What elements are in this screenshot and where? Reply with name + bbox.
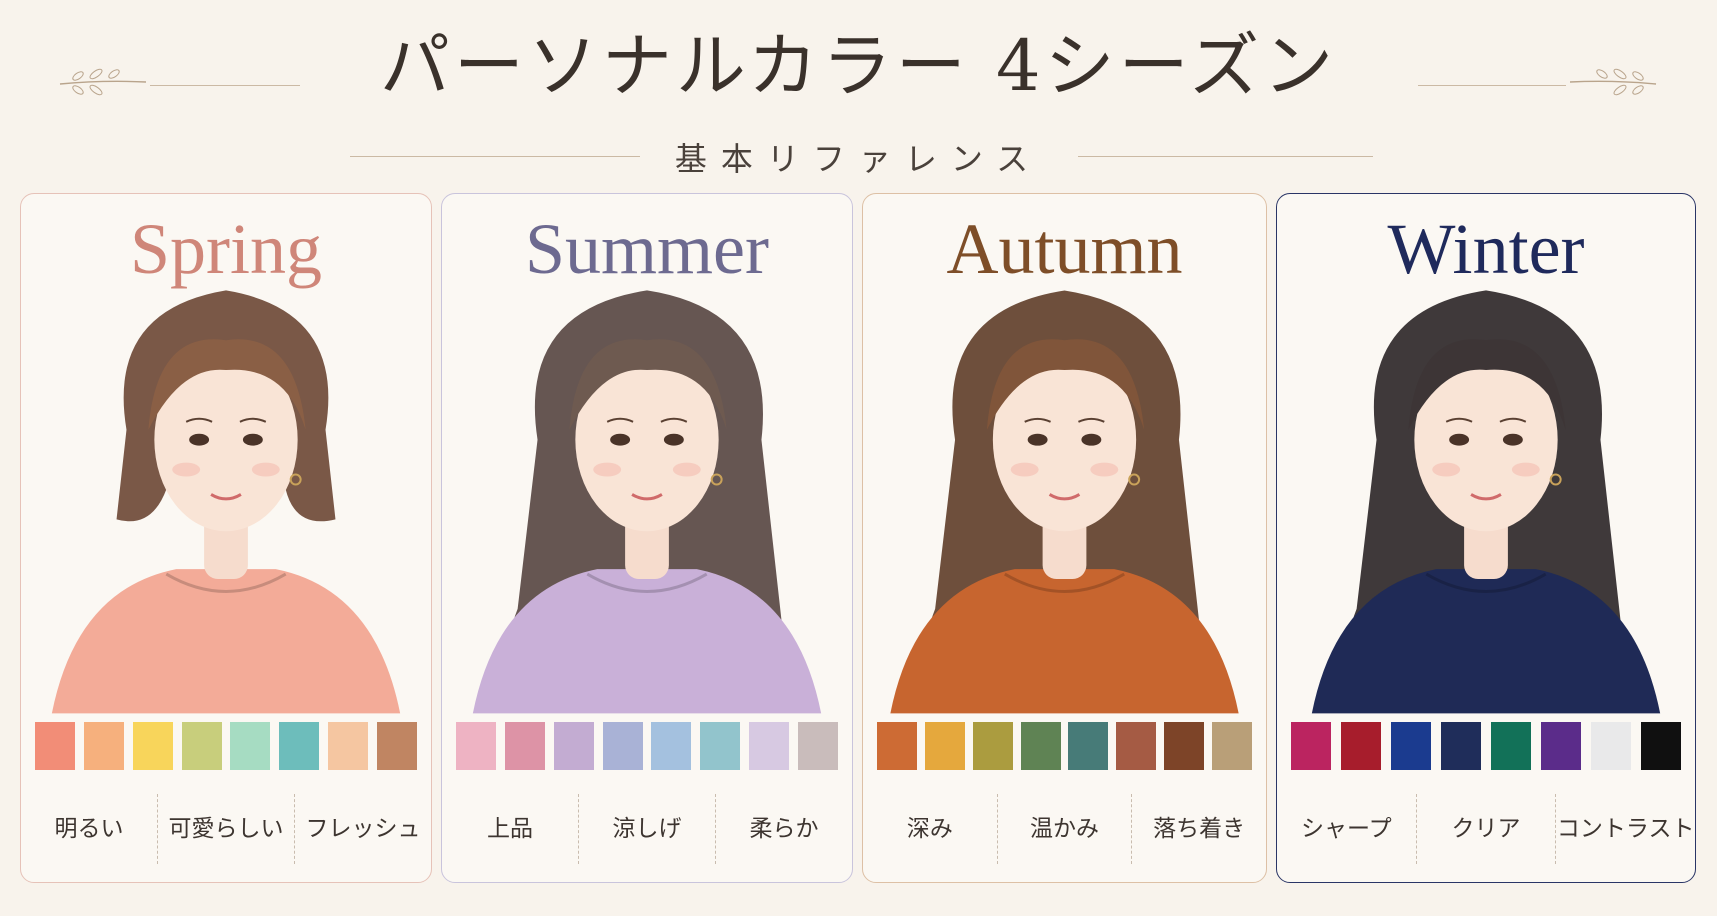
color-swatch: [1441, 722, 1481, 770]
keyword-label: 柔らか: [715, 794, 852, 864]
portrait-illustration-autumn: [890, 290, 1239, 714]
color-swatch-row: [35, 722, 417, 772]
color-swatch: [376, 722, 417, 770]
season-cards: Spring 明るい 可愛らしい フレッシュ Summer 上品 涼しげ 柔らか Autum…: [0, 0, 1717, 916]
color-swatch: [456, 722, 496, 770]
portrait-illustration-summer: [472, 290, 822, 714]
color-swatch: [1591, 722, 1631, 770]
keyword-label: クリア: [1415, 794, 1556, 864]
color-swatch: [230, 722, 271, 770]
keyword-row: 明るい 可愛らしい フレッシュ: [21, 794, 431, 864]
color-swatch: [924, 722, 965, 770]
color-swatch: [553, 722, 594, 770]
color-swatch: [504, 722, 545, 770]
keyword-label: 落ち着き: [1131, 794, 1266, 864]
season-card-summer: Summer 上品 涼しげ 柔らか: [441, 193, 853, 883]
color-swatch: [1164, 722, 1205, 770]
keyword-label: 温かみ: [996, 794, 1132, 864]
color-swatch: [279, 722, 320, 770]
color-swatch: [132, 722, 173, 770]
color-swatch: [1211, 722, 1252, 770]
keyword-label: 可愛らしい: [157, 794, 294, 864]
color-swatch-row: [456, 722, 838, 772]
season-card-winter: Winter シャープ クリア コントラスト: [1276, 193, 1696, 883]
color-swatch: [972, 722, 1013, 770]
keyword-row: シャープ クリア コントラスト: [1277, 794, 1695, 864]
color-swatch: [1541, 722, 1581, 770]
color-swatch: [651, 722, 692, 770]
color-swatch-row: [877, 722, 1252, 772]
color-swatch: [797, 722, 838, 770]
season-title-winter: Winter: [1387, 209, 1585, 289]
color-swatch: [749, 722, 790, 770]
keyword-label: 明るい: [54, 816, 124, 842]
color-swatch: [1116, 722, 1157, 770]
color-swatch: [328, 722, 369, 770]
portrait-illustration-spring: [51, 290, 401, 714]
season-title-summer: Summer: [525, 209, 769, 289]
season-card-autumn: Autumn 深み 温かみ 落ち着き: [862, 193, 1267, 883]
season-title-spring: Spring: [129, 209, 323, 289]
color-swatch-row: [1291, 722, 1681, 772]
keyword-label: フレッシュ: [294, 794, 431, 864]
color-swatch: [1391, 722, 1431, 770]
keyword-row: 上品 涼しげ 柔らか: [442, 794, 852, 864]
portrait-illustration-winter: [1311, 290, 1661, 714]
color-swatch: [700, 722, 741, 770]
season-title-autumn: Autumn: [946, 209, 1183, 289]
keyword-label: シャープ: [1301, 816, 1392, 842]
keyword-label: 深み: [906, 816, 953, 842]
keyword-label: コントラスト: [1555, 794, 1695, 864]
color-swatch: [1291, 722, 1331, 770]
color-swatch: [35, 722, 75, 770]
color-swatch: [181, 722, 222, 770]
season-card-spring: Spring 明るい 可愛らしい フレッシュ: [20, 193, 432, 883]
color-swatch: [1020, 722, 1061, 770]
keyword-label: 涼しげ: [578, 794, 715, 864]
color-swatch: [1641, 722, 1681, 770]
color-swatch: [877, 722, 917, 770]
color-swatch: [1341, 722, 1381, 770]
color-swatch: [602, 722, 643, 770]
color-swatch: [83, 722, 124, 770]
color-swatch: [1068, 722, 1109, 770]
keyword-label: 上品: [487, 816, 533, 842]
color-swatch: [1491, 722, 1531, 770]
keyword-row: 深み 温かみ 落ち着き: [863, 794, 1266, 864]
